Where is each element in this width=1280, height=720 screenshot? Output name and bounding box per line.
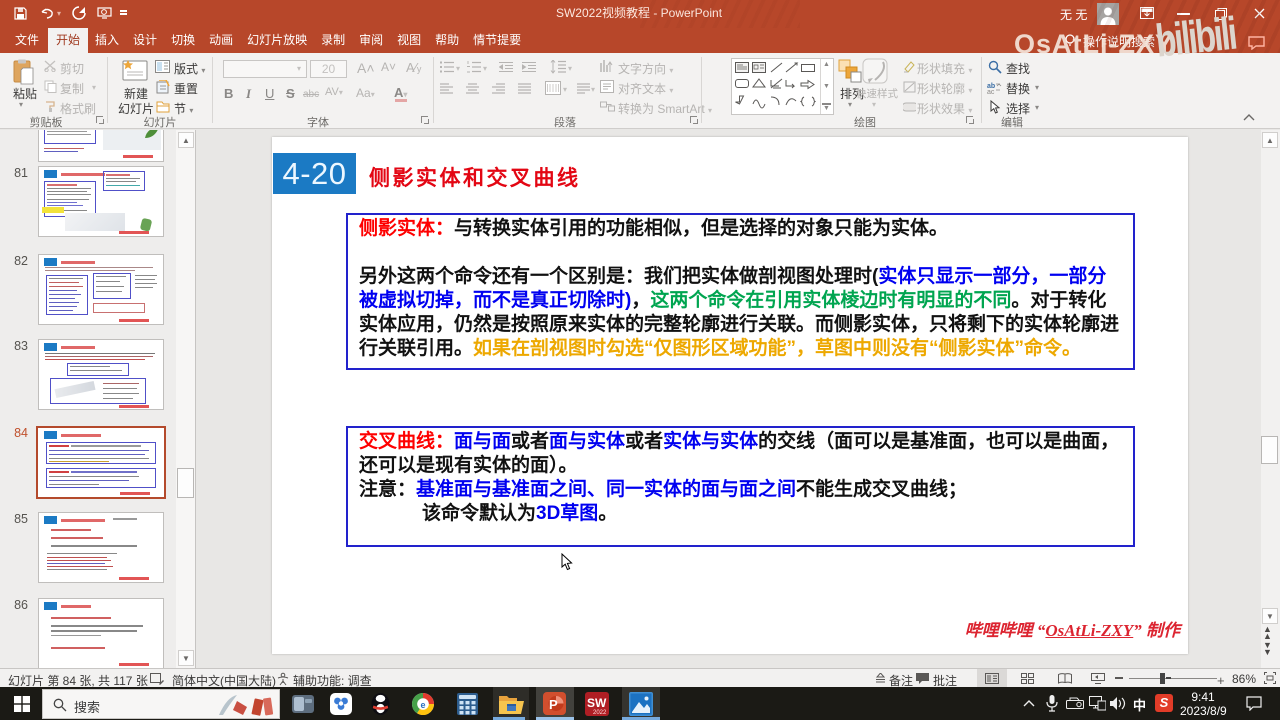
svg-text:SW: SW (587, 696, 607, 710)
svg-text:2022: 2022 (593, 710, 607, 716)
svg-text:P: P (549, 697, 558, 712)
svg-text:ac: ac (987, 89, 995, 94)
svg-text:e: e (420, 700, 425, 710)
